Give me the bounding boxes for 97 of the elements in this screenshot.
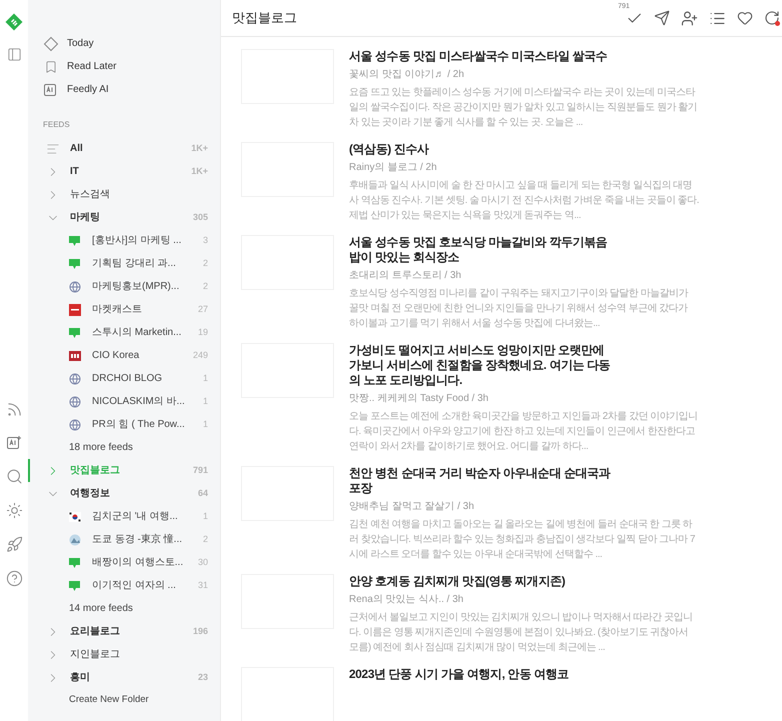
unread-count: 2 (202, 532, 209, 546)
flag-icon (68, 512, 80, 522)
feed-item[interactable]: PR의 힘 ( The Pow... 1 (28, 413, 220, 436)
unread-count: 27 (198, 302, 209, 316)
folder-item[interactable]: 마케팅 305 (28, 206, 220, 229)
article-title[interactable]: 가성비도 떨어지고 서비스도 엉망이지만 오랫만에 가보니 서비스에 친절함을 장착했네요. 여기는 다동의 노포 도리방입니다. (349, 343, 611, 388)
unread-count: 64 (198, 486, 209, 500)
square-icon (68, 304, 80, 316)
unread-count: 249 (192, 348, 209, 362)
article-title[interactable]: 2023년 단풍 시기 가을 여행지, 안동 여행코 (349, 667, 611, 682)
square-icon (68, 350, 80, 360)
feed-item[interactable]: 도쿄 동경 -東京 憧... 2 (28, 528, 220, 551)
unread-count: 2 (202, 256, 209, 270)
feed-item[interactable]: 스투시의 Marketin... 19 (28, 321, 220, 344)
more-feeds-link[interactable]: 18 more feeds (69, 440, 133, 455)
article-meta: 양배추님 잘먹고 잘살기 / 3h (349, 500, 476, 514)
article-snippet: 근처에서 볼일보고 지인이 맛있는 김치찌개 있으니 밥이나 먹자해서 따라간 곳입니다. 이름은 영통 찌개지존인데 수원영통에 본점이 있나봐요. (찾아보기도 귀찮아서 모름) 예전에 회사 점심때 김치찌개 많이 먹었는데 최근에는 ... (349, 611, 694, 655)
folder-item[interactable]: IT 1K+ (28, 160, 220, 183)
list-icon (46, 142, 60, 156)
chat-bubble-icon (68, 580, 81, 592)
unread-count: 791 (192, 464, 209, 477)
unread-count: 19 (198, 326, 209, 339)
feed-item[interactable]: 마케팅홍보(MPR)... 2 (28, 275, 220, 298)
page-title: 맛집블로그 (232, 9, 297, 28)
article-meta: 초대리의 트루스토리 / 3h (349, 269, 462, 283)
folder-item[interactable]: 지인블로그 (28, 643, 220, 666)
add-feed-icon[interactable] (6, 401, 22, 418)
unread-count: 31 (198, 578, 209, 592)
folder-item[interactable]: All 1K+ (28, 137, 220, 160)
chat-bubble-icon (68, 234, 81, 246)
article-title[interactable]: 안양 호계동 김치찌개 맛집(영통 찌개지존) (349, 574, 611, 589)
feed-item[interactable]: 이기적인 여자의 ... 31 (28, 574, 220, 597)
feed-item[interactable]: 기획팀 강대리 과... 2 (28, 252, 220, 275)
article-title[interactable]: 서울 성수동 맛집 호보식당 마늘갈비와 깍두기볶음밥이 맛있는 회식장소 (349, 235, 611, 265)
feed-item[interactable]: 김치군의 '내 여행... 1 (28, 505, 220, 528)
bookmark-icon (44, 60, 58, 74)
chat-bubble-icon (68, 556, 81, 568)
unread-count: 1 (202, 510, 209, 523)
sun-icon[interactable] (6, 502, 22, 519)
diamond-icon (43, 36, 59, 52)
globe-icon (68, 418, 80, 430)
logo-icon[interactable] (5, 13, 23, 31)
sidebar-toggle-icon[interactable] (6, 47, 22, 62)
people-icon[interactable] (681, 10, 698, 26)
globe-icon (68, 396, 80, 408)
globe-icon (68, 280, 80, 292)
globe-icon (68, 372, 80, 384)
feed-item[interactable]: [홍반사]의 마케팅 ... 3 (28, 229, 220, 252)
unread-count: 305 (192, 210, 209, 224)
send-icon[interactable] (654, 10, 670, 26)
folder-item[interactable]: 요리블로그 196 (28, 620, 220, 643)
refresh-icon[interactable] (764, 10, 780, 26)
article-meta: 맛짱.. 케케케의 Tasty Food / 3h (349, 392, 490, 406)
search-icon[interactable] (6, 468, 22, 485)
chat-bubble-icon (68, 326, 81, 338)
article-snippet: 김천 예천 여행을 마치고 돌아오는 길 올라오는 길에 병천에 들러 순대국 한 그릇 하러 찾았습니다. 빅쓰리라 할수 있는 청화집과 충남집이 생각보다 일찍 닫아 그나마 7시에 라스트 오더를 할수 있는 아우내 순대국밖에 선택할수 ... (349, 518, 696, 562)
feed-item[interactable]: DRCHOI BLOG 1 (28, 367, 220, 390)
help-icon[interactable] (6, 570, 22, 587)
article-title[interactable]: 천안 병천 순대국 거리 박순자 아우내순대 순대국과 포장 (349, 466, 611, 496)
article-title[interactable]: (역삼동) 진수사 (349, 142, 611, 157)
unread-count: 3 (202, 234, 209, 247)
article-snippet: 호보식당 성수직영점 미나리를 같이 구워주는 돼지고기구이와 달달한 마늘갈비가 꿀맛 며칠 전 오랜만에 친한 언니와 지인들을 만나기 위해서 성수역 부근에 갔다가 하이볼과 고기를 먹기 위해서 서울 성수동 맛집에 다녀왔는... (349, 287, 690, 331)
article-snippet: 후배들과 일식 사시미에 술 한 잔 마시고 싶을 때 들리게 되는 한국형 일식집의 대명사 역삼동 진수사. 기본 셋팅. 술 마시기 전 진수사처럼 가벼운 죽을 내는 곳들이 좋다. 제법 산미가 있는 묵은지는 식욕을 맛있게 돋궈주는 역... (349, 179, 699, 223)
unread-count: 1 (202, 418, 209, 431)
unread-count: 23 (198, 670, 209, 684)
nav-item[interactable]: Today (28, 32, 220, 55)
article-title[interactable]: 서울 성수동 맛집 미스타쌀국수 미국스타일 쌀국수 (349, 49, 611, 64)
feed-item[interactable]: 배짱이의 여행스토... 30 (28, 551, 220, 574)
folder-item[interactable]: 흥미 23 (28, 666, 220, 689)
section-heading: FEEDS (42, 119, 71, 131)
create-folder-link[interactable]: Create New Folder (69, 693, 149, 708)
folder-item[interactable]: 뉴스검색 (28, 183, 220, 206)
unread-count: 1K+ (191, 142, 209, 155)
chat-bubble-icon (68, 258, 81, 270)
heart-icon[interactable] (737, 10, 753, 26)
article-snippet: 오늘 포스트는 예전에 소개한 육미곳간을 방문하고 지인들과 2차를 갔던 이야기입니다. 육미곳간에서 아우와 양고기에 한잔 하고 있는데 지인들이 인근에서 한잔한다고 연락이 와서 2차를 같이하기로 했어요. 어디를 갈까 하다... (349, 410, 699, 454)
feed-item[interactable]: NICOLASKIM의 바... 1 (28, 390, 220, 413)
unread-count: 196 (192, 624, 209, 638)
nav-item[interactable]: Read Later (28, 55, 220, 78)
nav-item[interactable]: Feedly AI (28, 78, 220, 101)
folder-item[interactable]: 여행정보 64 (28, 482, 220, 505)
unread-count: 1K+ (191, 164, 209, 178)
unread-count: 30 (198, 556, 209, 569)
article-meta: 꽃씨의 맛집 이야기♬ / 2h (349, 68, 466, 82)
feed-item[interactable]: 마켓캐스트 27 (28, 298, 220, 321)
unread-count: 2 (202, 280, 209, 293)
rocket-icon[interactable] (6, 536, 22, 553)
add-ai-icon (6, 435, 22, 451)
article-meta: Rainy의 블로그 / 2h (349, 161, 438, 175)
article-snippet: 요즘 뜨고 있는 핫플레이스 성수동 거기에 미스타쌀국수 라는 곳이 있는데 미국스타일의 쌀국수집이다. 작은 공간이지만 뭔가 알차 있고 일하시는 직원분들도 뭔가 활기차 있는 곳이라 기분 좋게 식사를 할 수 있는 곳. 오늘은 ... (349, 86, 698, 130)
unread-count: 1 (202, 372, 209, 385)
article-meta: Rena의 맛있는 식사.. / 3h (349, 593, 464, 607)
unread-count: 1 (202, 394, 209, 408)
ai-icon (43, 82, 59, 98)
image-icon (68, 534, 80, 546)
more-feeds-link[interactable]: 14 more feeds (69, 601, 133, 616)
feed-item[interactable]: CIO Korea 249 (28, 344, 220, 367)
